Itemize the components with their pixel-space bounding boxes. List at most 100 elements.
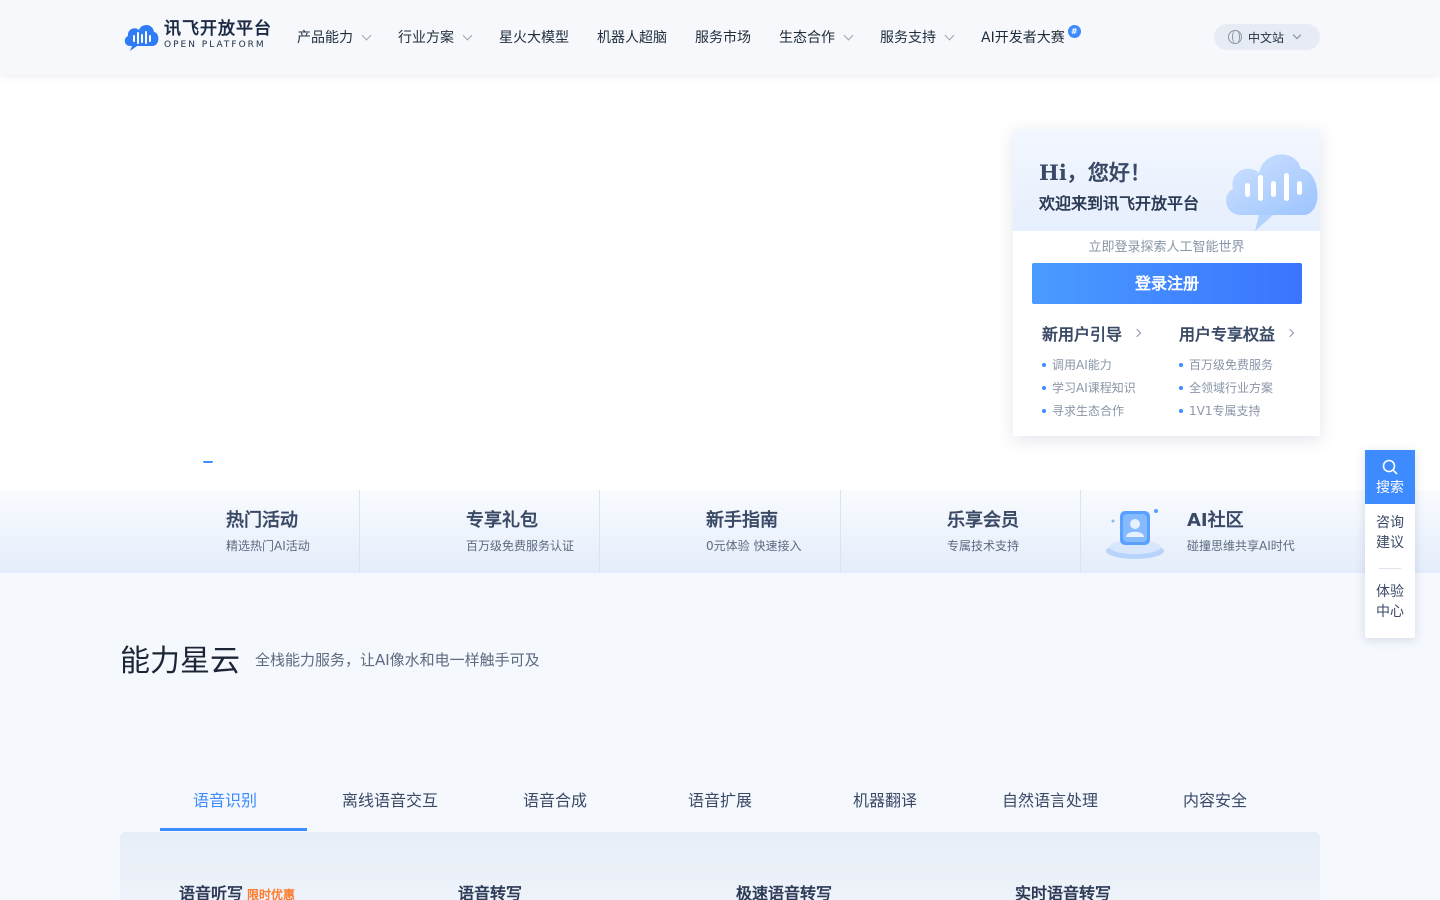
nav-label: 星火大模型	[499, 30, 569, 46]
user-benefits: 用户专享权益 百万级免费服务 全领域行业方案 1V1专属支持	[1179, 321, 1295, 422]
login-card: Hi，您好！ 欢迎来到讯飞开放平台 立即登录探索人工智能世界 登录注册 新用户引…	[1013, 129, 1320, 436]
carousel-indicator[interactable]	[203, 461, 213, 463]
chevron-down-icon	[944, 30, 955, 40]
chevron-down-icon	[361, 30, 372, 40]
card-speech-dictation[interactable]: 语音听写 限时优惠	[179, 880, 295, 900]
quick-item-membership[interactable]: 乐享会员 专属技术支持	[841, 490, 1081, 573]
tab-speech-synthesis[interactable]: 语音合成	[490, 780, 620, 832]
nav-item-products[interactable]: 产品能力	[297, 27, 372, 47]
nav-label: 生态合作	[779, 30, 835, 46]
chevron-right-icon	[1285, 328, 1295, 338]
experience-line: 中心	[1376, 604, 1404, 620]
nav-item-spark-model[interactable]: 星火大模型	[499, 27, 569, 47]
quick-desc: 0元体验 快速接入	[706, 539, 802, 553]
benefit-link[interactable]: 百万级免费服务	[1179, 353, 1293, 376]
nav-label: 行业方案	[398, 30, 454, 46]
quick-desc: 百万级免费服务认证	[466, 539, 575, 553]
greeting-text: Hi，您好！	[1039, 160, 1151, 185]
floating-toolbar: 搜索 咨询 建议 体验 中心	[1365, 450, 1415, 638]
card-realtime-transcription[interactable]: 实时语音转写	[1015, 880, 1111, 900]
section-title: 能力星云	[120, 644, 240, 679]
quick-title: 乐享会员	[947, 510, 1019, 531]
brand-name-en: OPEN PLATFORM	[164, 39, 266, 50]
main-nav: 产品能力 行业方案 星火大模型 机器人超脑 服务市场 生态合作 服务支持 AI开…	[297, 0, 1109, 74]
chevron-right-icon	[1132, 328, 1142, 338]
quick-desc: 碰撞思维共享AI时代	[1187, 539, 1295, 553]
brand-name: 讯飞开放平台	[164, 18, 272, 39]
quick-item-gift-pack[interactable]: 专享礼包 百万级免费服务认证	[360, 490, 600, 573]
divider	[1379, 568, 1401, 569]
nav-item-dev-contest[interactable]: AI开发者大赛 #	[981, 24, 1081, 47]
tab-speech-extension[interactable]: 语音扩展	[655, 780, 785, 832]
promo-tag: 限时优惠	[247, 888, 296, 900]
capability-cards: 语音听写 限时优惠 语音转写 极速语音转写 实时语音转写	[120, 832, 1320, 900]
floating-search-button[interactable]: 搜索	[1365, 450, 1415, 504]
quick-item-hot-events[interactable]: 热门活动 精选热门AI活动	[120, 490, 360, 573]
nav-label: AI开发者大赛	[981, 30, 1065, 46]
quick-desc: 专属技术支持	[947, 539, 1020, 553]
quick-title: 热门活动	[226, 510, 298, 531]
nav-item-ecosystem[interactable]: 生态合作	[779, 27, 854, 47]
login-subtitle: 立即登录探索人工智能世界	[1088, 240, 1245, 255]
brand-logo[interactable]: 讯飞开放平台 OPEN PLATFORM	[122, 18, 272, 52]
globe-icon	[1228, 30, 1242, 44]
language-switcher[interactable]: 中文站	[1214, 24, 1320, 50]
quick-title: 新手指南	[706, 510, 778, 531]
quick-title: 专享礼包	[466, 510, 538, 531]
experience-center-button[interactable]: 体验 中心	[1365, 582, 1415, 622]
guide-link[interactable]: 寻求生态合作	[1042, 399, 1140, 422]
active-tab-indicator	[160, 828, 307, 831]
benefit-link[interactable]: 1V1专属支持	[1179, 399, 1293, 422]
new-user-guide-title[interactable]: 新用户引导	[1042, 321, 1142, 345]
card-title: 语音听写	[179, 884, 244, 900]
guide-link[interactable]: 调用AI能力	[1042, 353, 1140, 376]
nav-label: 产品能力	[297, 30, 353, 46]
quick-title: AI社区	[1187, 510, 1244, 531]
login-register-button[interactable]: 登录注册	[1032, 263, 1302, 304]
search-label: 搜索	[1376, 480, 1404, 496]
consult-line: 咨询	[1376, 515, 1404, 531]
nav-item-robot-brain[interactable]: 机器人超脑	[597, 27, 667, 47]
experience-line: 体验	[1376, 584, 1404, 600]
community-user-icon	[1104, 503, 1166, 561]
nav-label: 服务支持	[880, 30, 936, 46]
cloud-logo-icon	[122, 18, 160, 52]
nav-item-support[interactable]: 服务支持	[880, 27, 955, 47]
hash-badge-icon: #	[1067, 24, 1081, 38]
user-benefits-title[interactable]: 用户专享权益	[1179, 321, 1295, 345]
quick-links-strip: 热门活动 精选热门AI活动 专享礼包 百万级免费服务认证 新手指南 0元体验 快…	[0, 490, 1440, 573]
quick-desc: 精选热门AI活动	[226, 539, 310, 553]
nav-item-market[interactable]: 服务市场	[695, 27, 751, 47]
tab-content-security[interactable]: 内容安全	[1150, 780, 1280, 832]
card-fast-transcription[interactable]: 极速语音转写	[736, 880, 832, 900]
card-speech-transcription[interactable]: 语音转写	[458, 880, 522, 900]
card-title: 极速语音转写	[736, 884, 833, 900]
col-title-text: 新用户引导	[1042, 325, 1123, 344]
nav-label: 机器人超脑	[597, 30, 667, 46]
card-title: 实时语音转写	[1015, 884, 1112, 900]
quick-item-beginner-guide[interactable]: 新手指南 0元体验 快速接入	[600, 490, 840, 573]
nav-label: 服务市场	[695, 30, 751, 46]
search-icon	[1382, 459, 1398, 475]
language-label: 中文站	[1248, 30, 1285, 45]
chevron-down-icon	[843, 30, 854, 40]
tab-speech-recognition[interactable]: 语音识别	[160, 780, 290, 832]
new-user-guide: 新用户引导 调用AI能力 学习AI课程知识 寻求生态合作	[1042, 321, 1142, 422]
top-header: 讯飞开放平台 OPEN PLATFORM 产品能力 行业方案 星火大模型 机器人…	[0, 0, 1440, 74]
card-title: 语音转写	[458, 884, 523, 900]
guide-link[interactable]: 学习AI课程知识	[1042, 376, 1140, 399]
col-title-text: 用户专享权益	[1179, 325, 1276, 344]
consult-line: 建议	[1376, 535, 1404, 551]
section-subtitle: 全栈能力服务，让AI像水和电一样触手可及	[255, 651, 540, 669]
voice-cloud-icon	[1219, 135, 1320, 231]
benefit-link[interactable]: 全领域行业方案	[1179, 376, 1293, 399]
welcome-text: 欢迎来到讯飞开放平台	[1039, 194, 1200, 213]
consult-suggest-button[interactable]: 咨询 建议	[1365, 513, 1415, 553]
chevron-down-icon	[1292, 30, 1302, 40]
tab-machine-translation[interactable]: 机器翻译	[820, 780, 950, 832]
nav-item-solutions[interactable]: 行业方案	[398, 27, 473, 47]
tab-offline-voice[interactable]: 离线语音交互	[325, 780, 455, 832]
tab-nlp[interactable]: 自然语言处理	[985, 780, 1115, 832]
chevron-down-icon	[462, 30, 473, 40]
capability-tabs: 语音识别 离线语音交互 语音合成 语音扩展 机器翻译 自然语言处理 内容安全	[160, 780, 1280, 832]
